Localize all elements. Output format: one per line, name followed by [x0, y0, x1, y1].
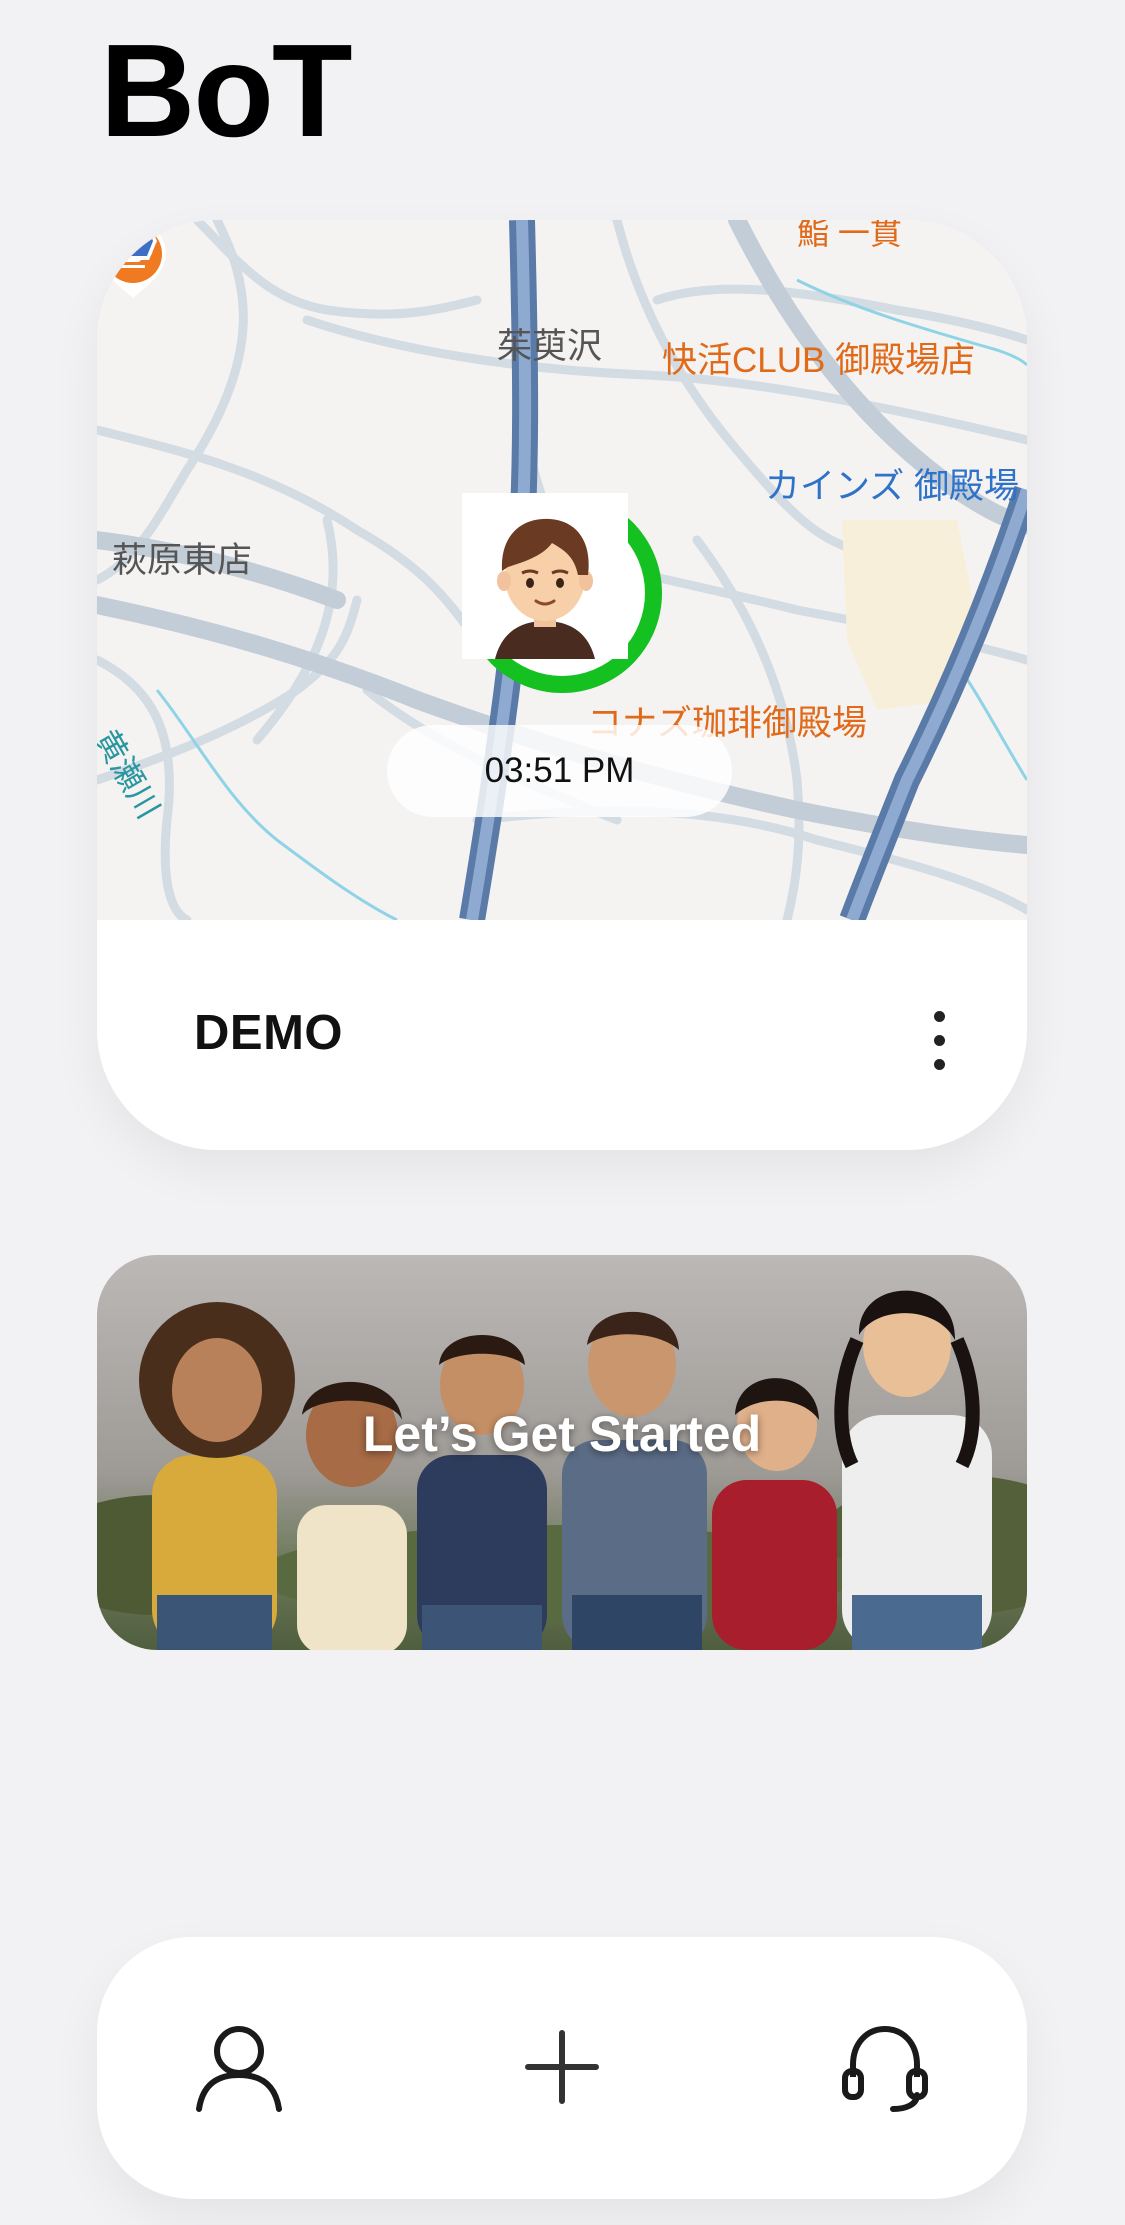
map-label: カインズ 御殿場 — [765, 467, 1020, 506]
app-title: BoT — [100, 17, 353, 164]
device-card[interactable]: 茱萸沢 快活CLUB 御殿場店 カインズ 御殿場 萩原東店 コナズ珈琲御殿場 黄… — [97, 220, 1027, 1150]
more-vertical-icon — [933, 1010, 945, 1022]
last-update-time: 03:51 PM — [387, 725, 732, 817]
banner-title: Let’s Get Started — [362, 1406, 762, 1462]
device-name: DEMO — [194, 1006, 343, 1060]
boy-avatar-icon — [462, 493, 628, 659]
map-label: 萩原東店 — [112, 541, 253, 580]
map-view[interactable]: 茱萸沢 快活CLUB 御殿場店 カインズ 御殿場 萩原東店 コナズ珈琲御殿場 黄… — [97, 220, 1027, 920]
plus-icon — [525, 2030, 599, 2104]
map-label: 快活CLUB 御殿場店 — [662, 341, 976, 380]
map-label: 鮨 一貫 — [797, 220, 902, 251]
person-icon — [196, 2026, 282, 2112]
support-button[interactable] — [830, 2012, 940, 2122]
headset-icon — [842, 2025, 928, 2112]
more-options-button[interactable] — [919, 1000, 959, 1080]
add-button[interactable] — [507, 2012, 617, 2122]
get-started-banner[interactable]: Let’s Get Started — [97, 1255, 1027, 1650]
profile-button[interactable] — [184, 2012, 294, 2122]
route-shield-icon: 23 — [99, 222, 157, 260]
route-number: 23 — [116, 229, 140, 254]
bottom-nav — [97, 1937, 1027, 2199]
map-label: 茱萸沢 — [497, 327, 603, 366]
avatar[interactable] — [462, 493, 662, 693]
more-vertical-icon-dot — [933, 1058, 945, 1070]
more-vertical-icon-dot — [933, 1034, 945, 1046]
